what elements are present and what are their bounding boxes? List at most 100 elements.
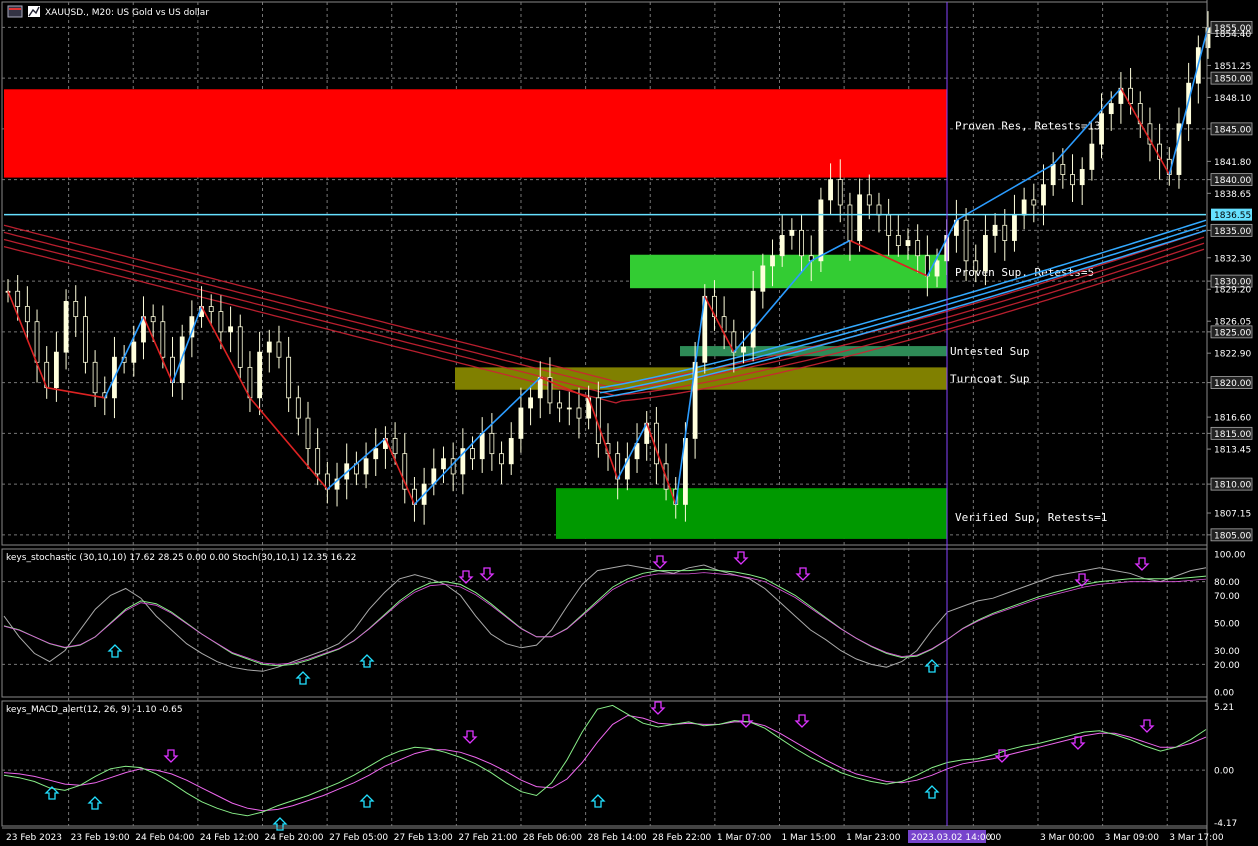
candle-body <box>828 179 833 201</box>
candle-body <box>886 214 892 236</box>
stoch-tick-label: 20.00 <box>1214 661 1240 671</box>
time-tick-label: 28 Feb 14:00 <box>588 833 647 843</box>
time-tick-label: 24 Feb 04:00 <box>135 833 194 843</box>
price-tick-label: 1840.00 <box>1214 176 1251 186</box>
time-tick-label: 24 Feb 12:00 <box>200 833 259 843</box>
time-tick-label: 3 Mar 00:00 <box>1040 833 1095 843</box>
stoch-tick-label: 50.00 <box>1214 620 1240 630</box>
candle-body <box>1002 224 1008 241</box>
candle-body <box>247 366 253 399</box>
chart-title: XAUUSD., M20: US Gold vs US dollar <box>45 8 209 18</box>
price-tick-label: 1829.20 <box>1214 286 1251 296</box>
price-tick-label: 1813.45 <box>1214 446 1251 456</box>
zone-label: Untested Sup <box>950 345 1029 358</box>
candle-body <box>799 229 804 257</box>
time-tick-label: 3 Mar 17:00 <box>1169 833 1224 843</box>
candle-body <box>92 361 98 394</box>
candle-body <box>1089 143 1095 170</box>
crosshair-price-label: 1836.55 <box>1214 211 1251 221</box>
candle-body <box>653 422 659 465</box>
time-tick-label: 27 Feb 13:00 <box>394 833 453 843</box>
candle-body <box>392 438 398 455</box>
crosshair-time-label: 2023.03.02 14:00 <box>911 833 992 843</box>
candle-body <box>518 407 524 439</box>
price-tick-label: 1825.00 <box>1214 328 1251 338</box>
candle-body <box>441 458 446 470</box>
candle-body <box>576 407 582 419</box>
candle-body <box>479 432 485 460</box>
candle-body <box>470 448 475 460</box>
time-tick-label: 28 Feb 22:00 <box>652 833 711 843</box>
candle-body <box>857 194 863 241</box>
zone-label: Proven Res, Retests=13 <box>955 119 1101 132</box>
candle-body <box>566 407 572 410</box>
stoch-tick-label: 30.00 <box>1214 647 1240 657</box>
candle-body <box>1099 113 1104 145</box>
candle-body <box>499 453 504 465</box>
candle-body <box>131 341 137 363</box>
candle-body <box>750 290 756 348</box>
candle-body <box>983 235 988 272</box>
candle-body <box>1021 199 1027 216</box>
stoch-label: keys_stochastic (30,10,10) 17.62 28.25 0… <box>6 553 356 563</box>
candle-body <box>866 194 872 206</box>
candle-body <box>63 301 69 353</box>
candle-body <box>915 240 921 257</box>
candle-body <box>760 265 766 292</box>
candle-body <box>266 341 272 353</box>
chart-type-icon[interactable] <box>28 6 40 17</box>
candle-body <box>770 255 775 267</box>
candle-body <box>73 301 79 318</box>
price-tick-label: 1850.00 <box>1214 75 1251 85</box>
time-tick-label: 23 Feb 19:00 <box>71 833 130 843</box>
candle-body <box>528 397 533 409</box>
candle-body <box>15 290 21 307</box>
time-tick-label: 27 Feb 05:00 <box>329 833 388 843</box>
candle-body <box>973 260 979 272</box>
candle-body <box>24 306 30 323</box>
candle-body <box>837 179 843 206</box>
candle-body <box>286 356 292 399</box>
candle-body <box>373 448 379 460</box>
time-tick-label: 3 Mar 09:00 <box>1105 833 1160 843</box>
zone-rect <box>556 488 947 539</box>
time-tick-label: 1 Mar 07:00 <box>717 833 772 843</box>
price-tick-label: 1848.10 <box>1214 94 1251 104</box>
candle-body <box>508 438 514 465</box>
candle-body <box>208 306 214 312</box>
candle-body <box>741 346 746 353</box>
candle-body <box>779 235 785 257</box>
price-tick-label: 1810.00 <box>1214 481 1251 491</box>
candle-body <box>489 432 495 455</box>
candle-body <box>992 224 998 236</box>
candle-body <box>257 351 263 399</box>
zone-label: Verified Sup, Retests=1 <box>955 511 1107 524</box>
price-tick-label: 1851.25 <box>1214 62 1251 72</box>
candle-body <box>53 351 59 389</box>
candle-body <box>876 204 882 216</box>
price-tick-label: 1835.00 <box>1214 227 1251 237</box>
stoch-tick-label: 0.00 <box>1214 689 1234 699</box>
candle-body <box>228 326 233 333</box>
candle-body <box>1041 184 1046 206</box>
candle-body <box>1070 174 1075 186</box>
candle-body <box>963 219 969 262</box>
price-tick-label: 1822.90 <box>1214 350 1251 360</box>
price-tick-label: 1854.40 <box>1214 30 1251 40</box>
macd-label: keys_MACD_alert(12, 26, 9) -1.10 -0.65 <box>6 705 183 715</box>
candle-body <box>150 316 156 323</box>
candle-body <box>295 397 301 419</box>
trading-chart[interactable]: Proven Res, Retests=13Proven Sup, Retest… <box>0 0 1258 846</box>
price-tick-label: 1820.00 <box>1214 379 1251 389</box>
macd-tick-label: 0.00 <box>1214 767 1234 777</box>
candle-body <box>1060 163 1066 175</box>
time-tick-label: 1 Mar 23:00 <box>846 833 901 843</box>
time-tick-label: 1 Mar 15:00 <box>781 833 836 843</box>
candle-body <box>1128 87 1133 104</box>
chart-window-icon[interactable] <box>7 5 23 18</box>
macd-tick-label: 5.21 <box>1214 703 1234 713</box>
candle-body <box>218 311 224 333</box>
candle-body <box>789 229 795 236</box>
candle-body <box>1079 169 1085 186</box>
stoch-tick-label: 70.00 <box>1214 592 1240 602</box>
